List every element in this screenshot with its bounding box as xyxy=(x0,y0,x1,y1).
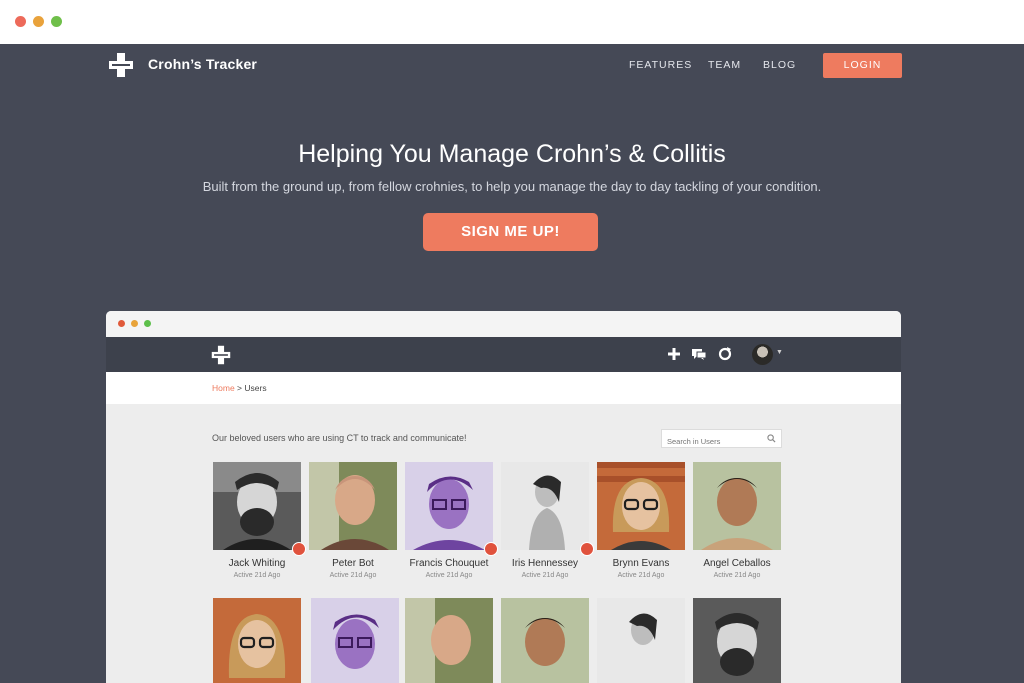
user-activity: Active 21d Ago xyxy=(713,572,761,579)
user-name[interactable]: Brynn Evans xyxy=(587,558,695,569)
user-activity: Active 21d Ago xyxy=(617,572,665,579)
user-name[interactable]: Jack Whiting xyxy=(203,558,311,569)
breadcrumb-separator: > xyxy=(234,383,245,393)
user-photo[interactable] xyxy=(311,598,399,683)
user-activity: Active 21d Ago xyxy=(233,572,281,579)
user-name[interactable]: Angel Ceballos xyxy=(683,558,791,569)
breadcrumb-home[interactable]: Home xyxy=(212,383,235,393)
preview-logo-icon[interactable] xyxy=(211,345,231,365)
user-name[interactable]: Francis Chouquet xyxy=(395,558,503,569)
user-avatar[interactable] xyxy=(752,344,773,365)
breadcrumb-current: Users xyxy=(244,383,267,393)
user-photo[interactable] xyxy=(309,462,397,550)
sign-up-button[interactable]: SIGN ME UP! xyxy=(423,213,598,251)
user-photo[interactable] xyxy=(693,598,781,683)
user-photo[interactable] xyxy=(501,462,589,550)
crohns-tracker-logo-icon[interactable] xyxy=(108,52,134,78)
user-activity: Active 21d Ago xyxy=(521,572,569,579)
hero-headline: Helping You Manage Crohn’s & Collitis xyxy=(298,140,726,168)
users-intro-text: Our beloved users who are using CT to tr… xyxy=(212,433,467,443)
chat-icon[interactable] xyxy=(691,346,707,362)
status-badge xyxy=(292,542,306,556)
user-photo[interactable] xyxy=(405,598,493,683)
preview-minimize-dot xyxy=(131,320,138,327)
user-photo[interactable] xyxy=(597,598,685,683)
nav-link-features[interactable]: FEATURES xyxy=(629,59,692,71)
login-button[interactable]: LOGIN xyxy=(823,53,902,78)
search-icon[interactable] xyxy=(767,434,776,443)
browser-chrome xyxy=(0,0,1024,44)
window-close-dot[interactable] xyxy=(15,16,26,27)
search-users-input[interactable] xyxy=(661,429,782,448)
hero-section: Crohn’s Tracker FEATURES TEAM BLOG LOGIN… xyxy=(0,44,1024,683)
hero-subline: Built from the ground up, from fellow cr… xyxy=(202,179,822,194)
nav-link-team[interactable]: TEAM xyxy=(708,59,741,71)
user-photo[interactable] xyxy=(501,598,589,683)
app-preview-window: ▼ Home > Users Our beloved users who are… xyxy=(106,311,901,683)
user-name[interactable]: Peter Bot xyxy=(299,558,407,569)
user-photo[interactable] xyxy=(213,462,301,550)
preview-window-bar xyxy=(106,311,901,337)
breadcrumb-bar: Home > Users xyxy=(106,372,901,404)
user-photo[interactable] xyxy=(213,598,301,683)
user-photo[interactable] xyxy=(693,462,781,550)
plus-icon[interactable] xyxy=(666,346,682,362)
status-badge xyxy=(484,542,498,556)
status-badge xyxy=(580,542,594,556)
preview-maximize-dot xyxy=(144,320,151,327)
preview-navbar: ▼ xyxy=(106,337,901,372)
brand-name[interactable]: Crohn’s Tracker xyxy=(148,56,257,72)
user-name[interactable]: Iris Hennessey xyxy=(491,558,599,569)
user-activity: Active 21d Ago xyxy=(329,572,377,579)
user-activity: Active 21d Ago xyxy=(425,572,473,579)
nav-link-blog[interactable]: BLOG xyxy=(763,59,796,71)
preview-close-dot xyxy=(118,320,125,327)
breadcrumb: Home > Users xyxy=(212,383,267,393)
refresh-icon[interactable] xyxy=(717,346,733,362)
chevron-down-icon[interactable]: ▼ xyxy=(776,349,783,356)
window-minimize-dot[interactable] xyxy=(33,16,44,27)
user-photo[interactable] xyxy=(597,462,685,550)
window-maximize-dot[interactable] xyxy=(51,16,62,27)
user-photo[interactable] xyxy=(405,462,493,550)
